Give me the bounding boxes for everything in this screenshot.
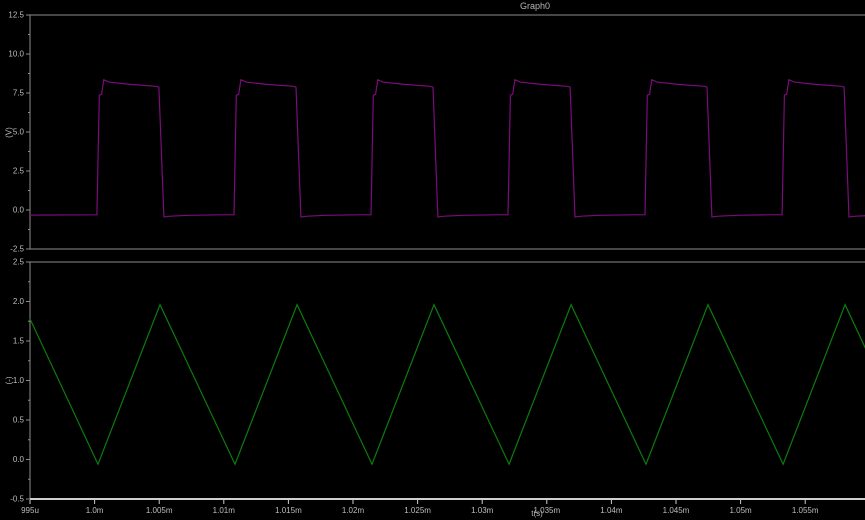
bottom-y-tick-label: 1.5 bbox=[13, 337, 25, 346]
top-y-tick-label: 2.5 bbox=[13, 167, 25, 176]
graph-window: Graph0 (V) (-) t(s) 12.510.07.55.02.50.0… bbox=[0, 0, 865, 520]
top-y-tick-label: 5.0 bbox=[13, 128, 25, 137]
x-tick-label: 1.015m bbox=[275, 506, 302, 515]
top-plot-area[interactable] bbox=[30, 15, 865, 249]
x-tick-label: 1.02m bbox=[342, 506, 365, 515]
x-tick-label: 1.04m bbox=[600, 506, 623, 515]
bottom-y-tick-label: 2.0 bbox=[13, 297, 25, 306]
top-y-tick-label: 7.5 bbox=[13, 89, 25, 98]
x-tick-label: 995u bbox=[21, 506, 39, 515]
x-tick-label: 1.005m bbox=[146, 506, 173, 515]
x-tick-label: 1.05m bbox=[729, 506, 752, 515]
x-tick-label: 1.01m bbox=[213, 506, 236, 515]
x-tick-label: 1.0m bbox=[86, 506, 104, 515]
plot-canvas: 12.5 10.0 7.5 5.0 2.5 0.0 -2.5 2.5 2.0 1.5 1.0 0.5 0… bbox=[0, 0, 865, 520]
x-tick-label: 1.025m bbox=[404, 506, 431, 515]
top-y-tick-label: 12.5 bbox=[8, 11, 24, 20]
bottom-y-tick-label: -0.5 bbox=[10, 495, 24, 504]
bottom-plot-area[interactable] bbox=[30, 262, 865, 499]
bottom-y-tick-label: 2.5 bbox=[13, 258, 25, 267]
x-tick-label: 1.035m bbox=[533, 506, 560, 515]
x-tick-label: 1.045m bbox=[663, 506, 690, 515]
x-tick-label: 1.03m bbox=[471, 506, 494, 515]
bottom-y-tick-label: 1.0 bbox=[13, 376, 25, 385]
x-tick-label: 1.055m bbox=[792, 506, 819, 515]
top-y-tick-label: 0.0 bbox=[13, 206, 25, 215]
top-y-tick-label: 10.0 bbox=[8, 50, 24, 59]
bottom-y-tick-label: 0.0 bbox=[13, 455, 25, 464]
bottom-y-tick-label: 0.5 bbox=[13, 416, 25, 425]
top-y-tick-label: -2.5 bbox=[10, 245, 24, 254]
